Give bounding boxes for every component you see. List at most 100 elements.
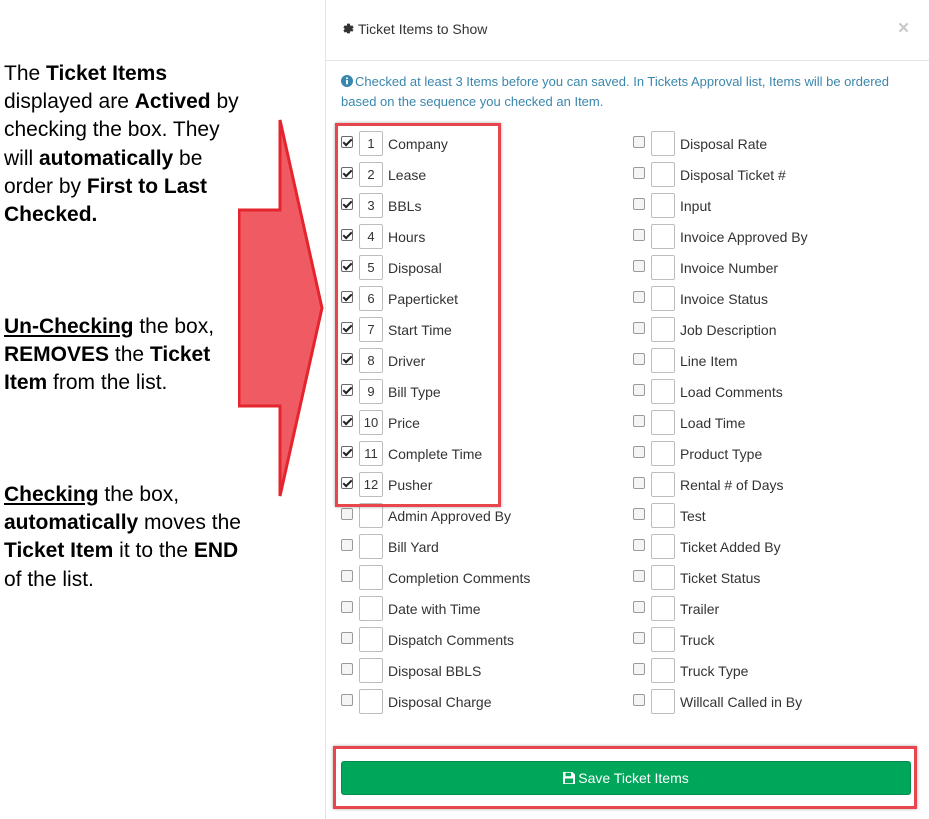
ticket-item-checkbox[interactable]: [633, 632, 645, 644]
annotation-run: it to the: [113, 539, 194, 563]
annotation-run: automatically: [4, 511, 139, 535]
ticket-item-label[interactable]: Input: [680, 198, 711, 214]
ticket-item-label[interactable]: Invoice Number: [680, 260, 778, 276]
ticket-item-checkbox[interactable]: [633, 260, 645, 272]
ticket-item-checkbox[interactable]: [633, 291, 645, 303]
ticket-item-checkbox[interactable]: [633, 446, 645, 458]
ticket-item-checkbox[interactable]: [633, 384, 645, 396]
ticket-item-order: [651, 131, 675, 156]
ticket-item-label[interactable]: Disposal Ticket #: [680, 167, 786, 183]
ticket-item-row: Dispatch Comments: [341, 626, 601, 657]
ticket-item-checkbox[interactable]: [633, 353, 645, 365]
annotation-uncheck-removes: Un-Checking the box, REMOVES the Ticket …: [4, 313, 244, 398]
ticket-item-checkbox[interactable]: [633, 694, 645, 706]
ticket-item-label[interactable]: Disposal Rate: [680, 136, 767, 152]
ticket-item-checkbox[interactable]: [633, 663, 645, 675]
ticket-item-label[interactable]: Truck: [680, 632, 714, 648]
ticket-item-row: Invoice Approved By: [633, 223, 893, 254]
annotation-run: Ticket Item: [4, 539, 114, 563]
ticket-item-order: [359, 596, 383, 621]
ticket-item-row: Ticket Added By: [633, 533, 893, 564]
ticket-item-order: [651, 565, 675, 590]
ticket-item-row: Invoice Status: [633, 285, 893, 316]
ticket-item-label[interactable]: Job Description: [680, 322, 777, 338]
modal-title-text: Ticket Items to Show: [358, 21, 488, 37]
ticket-item-order: [651, 472, 675, 497]
annotation-run: from the list.: [47, 371, 168, 395]
annotation-run: of the list.: [4, 567, 94, 591]
ticket-item-checkbox[interactable]: [341, 694, 353, 706]
close-button[interactable]: ×: [898, 18, 909, 40]
ticket-item-order: [359, 627, 383, 652]
ticket-item-label[interactable]: Trailer: [680, 601, 719, 617]
ticket-item-label[interactable]: Line Item: [680, 353, 738, 369]
ticket-item-checkbox[interactable]: [341, 508, 353, 520]
gear-icon: [343, 23, 354, 34]
ticket-item-label[interactable]: Truck Type: [680, 663, 748, 679]
ticket-item-label[interactable]: Dispatch Comments: [388, 632, 514, 648]
ticket-item-label[interactable]: Invoice Approved By: [680, 229, 808, 245]
ticket-item-checkbox[interactable]: [633, 198, 645, 210]
ticket-item-checkbox[interactable]: [633, 322, 645, 334]
ticket-item-checkbox[interactable]: [633, 415, 645, 427]
ticket-item-checkbox[interactable]: [341, 570, 353, 582]
ticket-item-order: [651, 162, 675, 187]
ticket-item-row: Truck: [633, 626, 893, 657]
ticket-item-label[interactable]: Willcall Called in By: [680, 694, 802, 710]
checked-items-highlight: [335, 123, 501, 507]
annotation-run: The: [4, 62, 47, 85]
ticket-item-row: Willcall Called in By: [633, 688, 893, 719]
ticket-items-right-column: Disposal Rate Disposal Ticket # Input Invoi…: [633, 130, 893, 719]
ticket-item-label[interactable]: Test: [680, 508, 706, 524]
ticket-item-order: [651, 410, 675, 435]
annotation-run: Checking: [4, 483, 99, 506]
ticket-item-label[interactable]: Load Time: [680, 415, 745, 431]
info-notice: Checked at least 3 Items before you can …: [341, 72, 901, 112]
ticket-item-row: Job Description: [633, 316, 893, 347]
ticket-item-label[interactable]: Bill Yard: [388, 539, 439, 555]
ticket-item-label[interactable]: Disposal BBLS: [388, 663, 481, 679]
ticket-item-order: [359, 565, 383, 590]
ticket-item-label[interactable]: Admin Approved By: [388, 508, 511, 524]
ticket-item-row: Invoice Number: [633, 254, 893, 285]
ticket-item-row: Disposal Charge: [341, 688, 601, 719]
ticket-item-checkbox[interactable]: [633, 508, 645, 520]
annotation-run: REMOVES: [4, 343, 110, 367]
annotation-run: the box,: [98, 483, 180, 506]
ticket-item-checkbox[interactable]: [633, 136, 645, 148]
ticket-item-checkbox[interactable]: [341, 663, 353, 675]
ticket-item-checkbox[interactable]: [633, 229, 645, 241]
annotation-run: Un-Checking: [4, 315, 134, 338]
ticket-item-order: [651, 348, 675, 373]
ticket-item-label[interactable]: Completion Comments: [388, 570, 530, 586]
ticket-item-checkbox[interactable]: [341, 539, 353, 551]
ticket-item-order: [651, 503, 675, 528]
ticket-item-checkbox[interactable]: [341, 632, 353, 644]
ticket-item-checkbox[interactable]: [633, 539, 645, 551]
ticket-item-order: [651, 627, 675, 652]
ticket-item-label[interactable]: Disposal Charge: [388, 694, 492, 710]
ticket-item-label[interactable]: Load Comments: [680, 384, 783, 400]
ticket-item-label[interactable]: Invoice Status: [680, 291, 768, 307]
ticket-item-label[interactable]: Ticket Status: [680, 570, 760, 586]
ticket-item-order: [651, 534, 675, 559]
arrow-right-icon: [238, 119, 324, 497]
ticket-item-row: Line Item: [633, 347, 893, 378]
ticket-item-row: Ticket Status: [633, 564, 893, 595]
ticket-item-checkbox[interactable]: [633, 601, 645, 613]
ticket-item-label[interactable]: Ticket Added By: [680, 539, 781, 555]
ticket-item-label[interactable]: Date with Time: [388, 601, 481, 617]
annotation-run: automatically: [39, 146, 174, 170]
ticket-item-label[interactable]: Product Type: [680, 446, 762, 462]
ticket-item-order: [359, 689, 383, 714]
annotation-run: displayed are: [4, 90, 135, 114]
annotation-run: moves the: [138, 511, 241, 535]
ticket-item-label[interactable]: Rental # of Days: [680, 477, 784, 493]
ticket-item-checkbox[interactable]: [633, 167, 645, 179]
annotation-run: Ticket Items: [46, 62, 168, 85]
save-button-highlight: [333, 746, 917, 809]
ticket-item-order: [651, 441, 675, 466]
ticket-item-checkbox[interactable]: [341, 601, 353, 613]
ticket-item-checkbox[interactable]: [633, 477, 645, 489]
ticket-item-checkbox[interactable]: [633, 570, 645, 582]
